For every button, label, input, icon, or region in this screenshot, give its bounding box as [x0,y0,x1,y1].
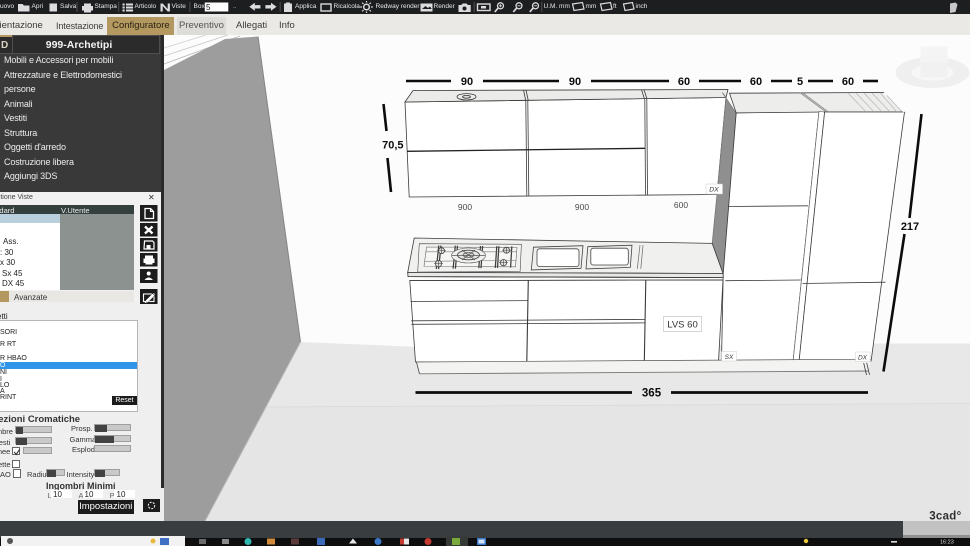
svg-text:900: 900 [575,202,589,212]
svg-text:70,5: 70,5 [382,140,403,152]
svg-text:DX: DX [709,187,719,194]
svg-text:16:23: 16:23 [940,540,954,546]
svg-text:600: 600 [674,200,688,210]
svg-text:365: 365 [642,388,662,400]
svg-text:LVS 60: LVS 60 [667,320,697,331]
svg-text:217: 217 [901,221,919,233]
svg-text:DX: DX [858,355,868,362]
svg-text:60: 60 [750,76,762,88]
svg-text:5: 5 [206,3,211,12]
svg-text:900: 900 [458,202,472,212]
svg-text:SX: SX [725,354,734,361]
svg-text:5: 5 [797,76,803,88]
svg-text:90: 90 [569,76,581,88]
svg-text:60: 60 [678,76,690,88]
svg-text:60: 60 [842,76,854,88]
svg-text:90: 90 [461,76,473,88]
